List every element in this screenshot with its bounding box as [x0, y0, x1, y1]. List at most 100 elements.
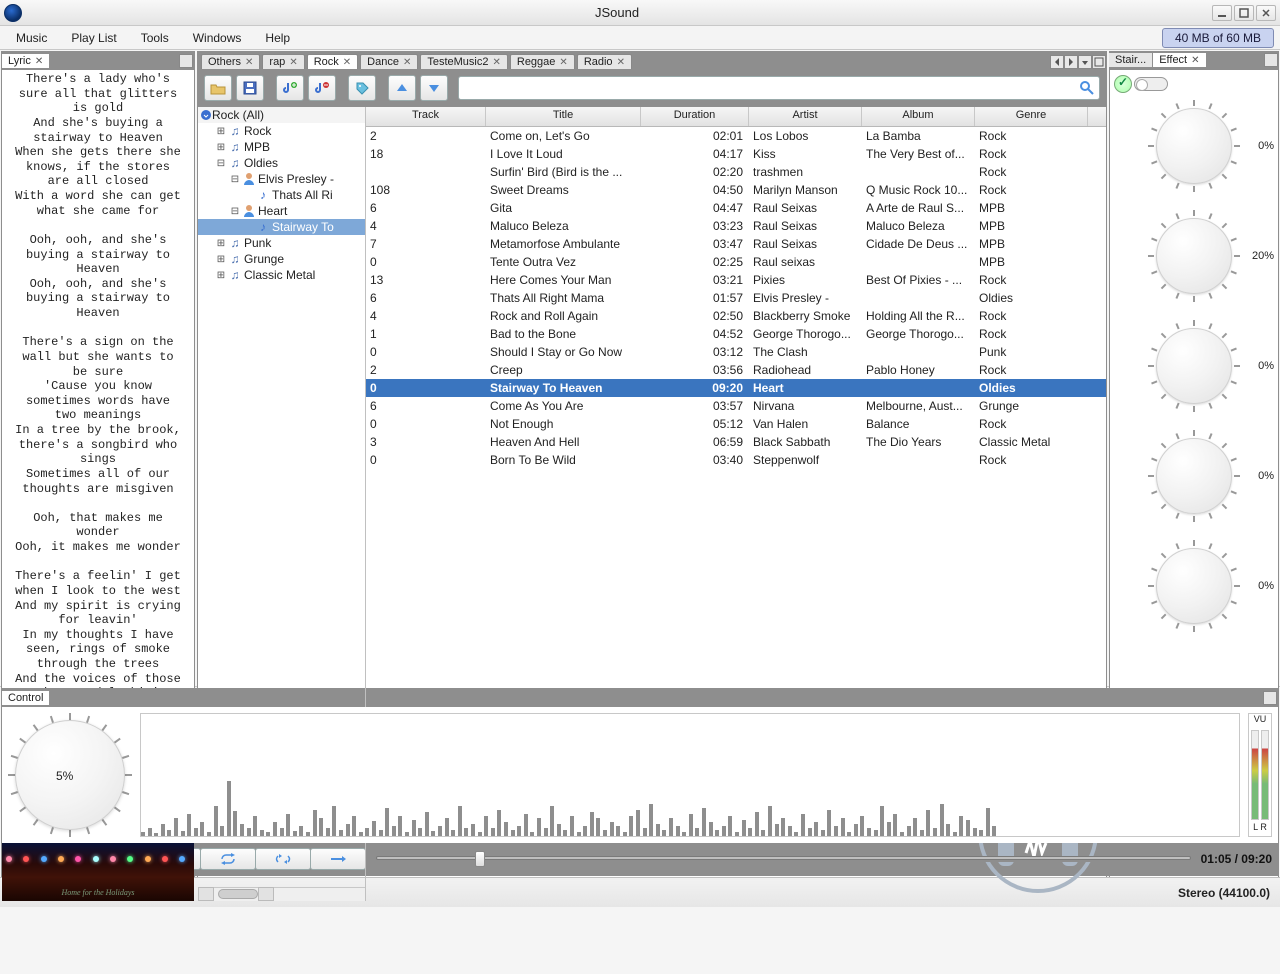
tree-item[interactable]: ⊞♫Rock: [198, 123, 365, 139]
close-icon[interactable]: ✕: [559, 57, 567, 68]
table-row[interactable]: 3Heaven And Hell06:59Black SabbathThe Di…: [366, 433, 1106, 451]
table-row[interactable]: 1Bad to the Bone04:52George Thorogo...Ge…: [366, 325, 1106, 343]
tree-scrollbar[interactable]: [198, 887, 365, 901]
close-icon[interactable]: ✕: [403, 57, 411, 68]
menu-music[interactable]: Music: [6, 29, 57, 47]
tree-expand-icon[interactable]: [200, 109, 210, 121]
table-row[interactable]: 108Sweet Dreams04:50Marilyn MansonQ Musi…: [366, 181, 1106, 199]
tab-reggae[interactable]: Reggae✕: [510, 54, 575, 69]
tab-scroll-left[interactable]: [1050, 55, 1064, 69]
tab-list-button[interactable]: [1078, 55, 1092, 69]
minimize-button[interactable]: [1212, 5, 1232, 21]
table-row[interactable]: 6Gita04:47Raul SeixasA Arte de Raul S...…: [366, 199, 1106, 217]
lyric-text[interactable]: There's a lady who's sure all that glitt…: [2, 70, 194, 747]
effect-apply-icon[interactable]: [1114, 75, 1132, 93]
table-row[interactable]: 6Come As You Are03:57NirvanaMelbourne, A…: [366, 397, 1106, 415]
table-row[interactable]: 0Should I Stay or Go Now03:12The ClashPu…: [366, 343, 1106, 361]
col-track[interactable]: Track: [366, 107, 486, 126]
move-down-button[interactable]: [420, 75, 448, 101]
tree-item[interactable]: ⊟Heart: [198, 203, 365, 219]
tab-testemusic2[interactable]: TesteMusic2✕: [420, 54, 508, 69]
tree-item[interactable]: ⊞♫Classic Metal: [198, 267, 365, 283]
table-row[interactable]: 2Come on, Let's Go02:01Los LobosLa Bamba…: [366, 127, 1106, 145]
table-row[interactable]: 4Maluco Beleza03:23Raul SeixasMaluco Bel…: [366, 217, 1106, 235]
tree-expand-icon[interactable]: ⊟: [230, 206, 240, 217]
effect-knob-1[interactable]: 20%: [1112, 210, 1276, 302]
tab-dance[interactable]: Dance✕: [360, 54, 418, 69]
table-row[interactable]: 2Creep03:56RadioheadPablo HoneyRock: [366, 361, 1106, 379]
tree-item[interactable]: ♪Stairway To: [198, 219, 365, 235]
menu-playlist[interactable]: Play List: [61, 29, 126, 47]
menu-tools[interactable]: Tools: [131, 29, 179, 47]
close-icon[interactable]: ✕: [1191, 55, 1199, 66]
tree-item[interactable]: ⊞♫Grunge: [198, 251, 365, 267]
tree-expand-icon[interactable]: ⊞: [216, 270, 226, 281]
seek-slider[interactable]: [376, 856, 1191, 862]
remove-track-button[interactable]: [308, 75, 336, 101]
search-input[interactable]: [458, 76, 1100, 100]
table-row[interactable]: Surfin' Bird (Bird is the ...02:20trashm…: [366, 163, 1106, 181]
control-tab[interactable]: Control: [2, 691, 50, 705]
menu-help[interactable]: Help: [255, 29, 300, 47]
tree-item[interactable]: ⊟♫Oldies: [198, 155, 365, 171]
tree-expand-icon[interactable]: ⊞: [216, 238, 226, 249]
menu-windows[interactable]: Windows: [183, 29, 252, 47]
table-row[interactable]: 0Tente Outra Vez02:25Raul seixasMPB: [366, 253, 1106, 271]
save-button[interactable]: [236, 75, 264, 101]
tree-expand-icon[interactable]: ⊞: [216, 254, 226, 265]
table-row[interactable]: 0Stairway To Heaven09:20HeartOldies: [366, 379, 1106, 397]
effect-knob-4[interactable]: 0%: [1112, 540, 1276, 632]
effect-knob-2[interactable]: 0%: [1112, 320, 1276, 412]
open-folder-button[interactable]: [204, 75, 232, 101]
tab-scroll-right[interactable]: [1064, 55, 1078, 69]
close-button[interactable]: [1256, 5, 1276, 21]
tree-expand-icon[interactable]: ⊟: [230, 174, 240, 185]
effect-knob-0[interactable]: 0%: [1112, 100, 1276, 192]
close-icon[interactable]: ✕: [35, 56, 43, 67]
tree-root[interactable]: Rock (All): [212, 108, 264, 122]
search-icon[interactable]: [1079, 80, 1095, 96]
table-row[interactable]: 0Not Enough05:12Van HalenBalanceRock: [366, 415, 1106, 433]
tree-item[interactable]: ♪Thats All Ri: [198, 187, 365, 203]
table-row[interactable]: 7Metamorfose Ambulante03:47Raul SeixasCi…: [366, 235, 1106, 253]
table-row[interactable]: 18I Love It Loud04:17KissThe Very Best o…: [366, 145, 1106, 163]
tag-button[interactable]: [348, 75, 376, 101]
lyric-tab[interactable]: Lyric ✕: [2, 54, 50, 68]
volume-knob[interactable]: 5%: [8, 713, 132, 837]
close-icon[interactable]: ✕: [343, 57, 351, 68]
tree-expand-icon[interactable]: ⊞: [216, 142, 226, 153]
table-row[interactable]: 13Here Comes Your Man03:21PixiesBest Of …: [366, 271, 1106, 289]
dock-button[interactable]: [1263, 691, 1277, 705]
tree-item[interactable]: ⊞♫Punk: [198, 235, 365, 251]
table-row[interactable]: 6Thats All Right Mama01:57Elvis Presley …: [366, 289, 1106, 307]
dock-button[interactable]: [179, 54, 193, 68]
tab-rap[interactable]: rap✕: [262, 54, 304, 69]
effect-tab-stair[interactable]: Stair...: [1109, 53, 1153, 67]
tree-item[interactable]: ⊞♫MPB: [198, 139, 365, 155]
close-icon[interactable]: ✕: [617, 57, 625, 68]
tree-expand-icon[interactable]: ⊞: [216, 126, 226, 137]
tab-rock[interactable]: Rock✕: [307, 54, 358, 69]
close-icon[interactable]: ✕: [289, 57, 297, 68]
effect-knob-3[interactable]: 0%: [1112, 430, 1276, 522]
col-album[interactable]: Album: [862, 107, 975, 126]
col-title[interactable]: Title: [486, 107, 641, 126]
col-duration[interactable]: Duration: [641, 107, 749, 126]
table-row[interactable]: 4Rock and Roll Again02:50Blackberry Smok…: [366, 307, 1106, 325]
effect-switch[interactable]: [1134, 77, 1168, 91]
table-row[interactable]: 0Born To Be Wild03:40SteppenwolfRock: [366, 451, 1106, 469]
tab-others[interactable]: Others✕: [201, 54, 260, 69]
close-icon[interactable]: ✕: [492, 57, 500, 68]
move-up-button[interactable]: [388, 75, 416, 101]
effect-tab-effect[interactable]: Effect ✕: [1153, 53, 1206, 67]
tree-item[interactable]: ⊟Elvis Presley -: [198, 171, 365, 187]
col-genre[interactable]: Genre: [975, 107, 1088, 126]
tab-radio[interactable]: Radio✕: [577, 54, 632, 69]
maximize-button[interactable]: [1234, 5, 1254, 21]
add-track-button[interactable]: [276, 75, 304, 101]
dock-button[interactable]: [1264, 53, 1278, 67]
tab-maximize-button[interactable]: [1092, 55, 1106, 69]
tree-expand-icon[interactable]: ⊟: [216, 158, 226, 169]
col-artist[interactable]: Artist: [749, 107, 862, 126]
close-icon[interactable]: ✕: [245, 57, 253, 68]
